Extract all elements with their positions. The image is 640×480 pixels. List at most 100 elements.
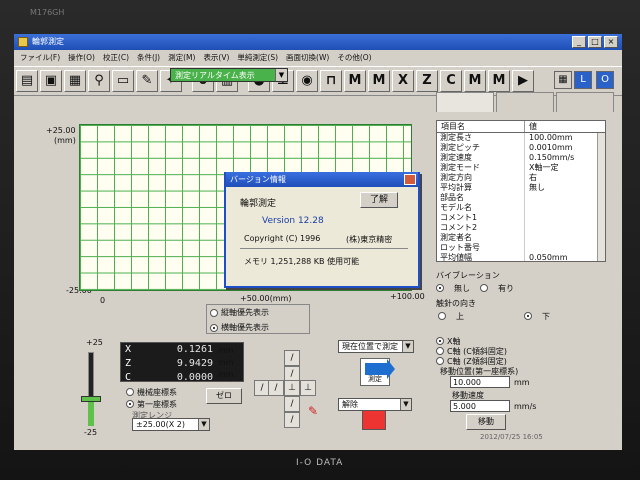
dialog-company: (株)東京精密 bbox=[346, 235, 393, 244]
close-button[interactable]: × bbox=[604, 36, 618, 48]
table-row[interactable]: 部品名 bbox=[437, 193, 605, 203]
maximize-button[interactable]: □ bbox=[588, 36, 602, 48]
menu-condition[interactable]: 条件(J) bbox=[137, 52, 160, 63]
property-table: 項目名 値 測定長さ 100.00mm 測定ピッチ 0.0010mm 測定速度 0.150… bbox=[436, 120, 606, 262]
table-row[interactable]: モデル名 bbox=[437, 203, 605, 213]
chevron-down-icon: ▼ bbox=[402, 341, 413, 352]
prop-value bbox=[525, 193, 529, 203]
menu-other[interactable]: その他(O) bbox=[337, 52, 371, 63]
radio-dot[interactable] bbox=[524, 312, 532, 320]
record2-icon[interactable]: M bbox=[488, 70, 510, 92]
o-icon[interactable]: O bbox=[596, 71, 614, 89]
table-row[interactable]: 測定者名 bbox=[437, 233, 605, 243]
stop-button[interactable] bbox=[362, 410, 386, 430]
pad-down[interactable]: / bbox=[284, 396, 300, 412]
radio-x-axis[interactable]: X軸 bbox=[436, 336, 616, 346]
table-row[interactable]: 平均計算 無し bbox=[437, 183, 605, 193]
record-icon[interactable]: M bbox=[464, 70, 486, 92]
menu-screen-switch[interactable]: 画面切換(W) bbox=[286, 52, 329, 63]
prop-value: 100.00mm bbox=[529, 133, 573, 142]
pad-up[interactable]: / bbox=[284, 350, 300, 366]
m-icon[interactable]: M bbox=[344, 70, 366, 92]
position-select[interactable]: 現在位置で測定 ▼ bbox=[338, 340, 414, 353]
menu-operate[interactable]: 操作(O) bbox=[68, 52, 95, 63]
ok-button[interactable]: 了解 bbox=[360, 192, 398, 208]
measure-button[interactable]: 測定 bbox=[360, 358, 395, 386]
table-row[interactable]: コメント1 bbox=[437, 213, 605, 223]
menu-view[interactable]: 表示(V) bbox=[203, 52, 229, 63]
table-row[interactable]: 測定モード X軸一定 bbox=[437, 163, 605, 173]
radio-c-axis[interactable]: C軸 (C傾斜固定) bbox=[436, 346, 616, 356]
pen-icon[interactable]: ✎ bbox=[308, 404, 326, 418]
prop-name: 測定長さ bbox=[437, 133, 525, 143]
tool-icon[interactable]: ✎ bbox=[136, 70, 158, 92]
tab-stylus[interactable] bbox=[556, 92, 614, 112]
m2-icon[interactable]: M bbox=[368, 70, 390, 92]
radio-dot bbox=[126, 388, 134, 396]
probe-icon[interactable]: ⚲ bbox=[88, 70, 110, 92]
menu-calibrate[interactable]: 校正(C) bbox=[103, 52, 129, 63]
scrollbar[interactable] bbox=[597, 133, 605, 261]
prop-name: 平均値幅 bbox=[437, 253, 525, 261]
radio-machine[interactable]: 機械座標系 bbox=[126, 386, 270, 398]
table-row[interactable]: 測定速度 0.150mm/s bbox=[437, 153, 605, 163]
radio-dot[interactable] bbox=[436, 284, 444, 292]
move-button[interactable]: 移動 bbox=[466, 414, 506, 430]
table-row[interactable]: 測定長さ 100.00mm bbox=[437, 133, 605, 143]
layout-icon[interactable]: ▦ bbox=[554, 71, 572, 89]
axis-label: Z bbox=[125, 358, 132, 369]
z-slider-thumb[interactable] bbox=[81, 396, 101, 402]
tab-info[interactable] bbox=[436, 92, 494, 112]
save-icon[interactable]: ▣ bbox=[40, 70, 62, 92]
measure-label: 測定 bbox=[368, 375, 382, 383]
chart-icon[interactable]: ⊓ bbox=[320, 70, 342, 92]
pad-center[interactable]: ⊥ bbox=[284, 380, 300, 396]
table-row[interactable]: 測定方向右 bbox=[437, 173, 605, 183]
radio-cz-axis[interactable]: C軸 (Z傾斜固定) bbox=[436, 356, 616, 366]
dialog-title: バージョン情報 bbox=[226, 172, 418, 187]
realtime-select[interactable]: 測定リアルタイム表示 ▼ bbox=[170, 68, 288, 82]
coordinate-system: 機械座標系 第一座標系 測定レンジ bbox=[126, 386, 270, 420]
prop-name: 測定方向 bbox=[437, 173, 525, 183]
prop-name: 部品名 bbox=[437, 193, 525, 203]
radio-label: 縦軸優先表示 bbox=[221, 308, 269, 317]
x-icon[interactable]: X bbox=[392, 70, 414, 92]
radio-horizontal-priority[interactable]: 横軸優先表示 bbox=[207, 320, 309, 335]
open-icon[interactable]: ▤ bbox=[16, 70, 38, 92]
menu-measure[interactable]: 測定(M) bbox=[168, 52, 195, 63]
table-row[interactable]: コメント2 bbox=[437, 223, 605, 233]
pad-right[interactable]: ⊥ bbox=[300, 380, 316, 396]
zero-button[interactable]: ゼロ bbox=[206, 388, 242, 404]
move-position-input[interactable]: 10.000 bbox=[450, 376, 510, 388]
radio-dot[interactable] bbox=[480, 284, 488, 292]
speed-unit: mm/s bbox=[514, 402, 537, 411]
minimize-button[interactable]: _ bbox=[572, 36, 586, 48]
radio-first[interactable]: 第一座標系 bbox=[126, 398, 270, 410]
speed-input[interactable]: 5.000 bbox=[450, 400, 510, 412]
table-row[interactable]: ロット番号 bbox=[437, 243, 605, 253]
z-icon[interactable]: Z bbox=[416, 70, 438, 92]
table-row[interactable]: 測定ピッチ 0.0010mm bbox=[437, 143, 605, 153]
monitor-icon[interactable]: ▭ bbox=[112, 70, 134, 92]
radio-label: 上 bbox=[456, 311, 464, 321]
menu-file[interactable]: ファイル(F) bbox=[20, 52, 60, 63]
radio-vertical-priority[interactable]: 縦軸優先表示 bbox=[207, 305, 309, 320]
l-icon[interactable]: L bbox=[574, 71, 592, 89]
play-icon[interactable]: ▶ bbox=[512, 70, 534, 92]
axis-value: 9.9429 bbox=[176, 358, 213, 369]
menu-simple-measure[interactable]: 単純測定(S) bbox=[237, 52, 278, 63]
c-icon[interactable]: C bbox=[440, 70, 462, 92]
pad-down2[interactable]: / bbox=[284, 412, 300, 428]
orientation-group: 縦軸優先表示 横軸優先表示 bbox=[206, 304, 310, 334]
range-select[interactable]: ±25.00(X 2) ▼ bbox=[132, 418, 210, 431]
radio-dot bbox=[436, 357, 444, 365]
pad-left2[interactable]: / bbox=[268, 380, 284, 396]
print-icon[interactable]: ▦ bbox=[64, 70, 86, 92]
tab-stage[interactable] bbox=[496, 92, 554, 112]
radio-dot[interactable] bbox=[438, 312, 446, 320]
dialog-close-icon[interactable] bbox=[404, 174, 416, 185]
dialog-version: Version 12.28 bbox=[262, 216, 324, 226]
prop-name: 測定速度 bbox=[437, 153, 525, 163]
globe-icon[interactable]: ◉ bbox=[296, 70, 318, 92]
table-row[interactable]: 平均値幅 0.050mm bbox=[437, 253, 605, 261]
